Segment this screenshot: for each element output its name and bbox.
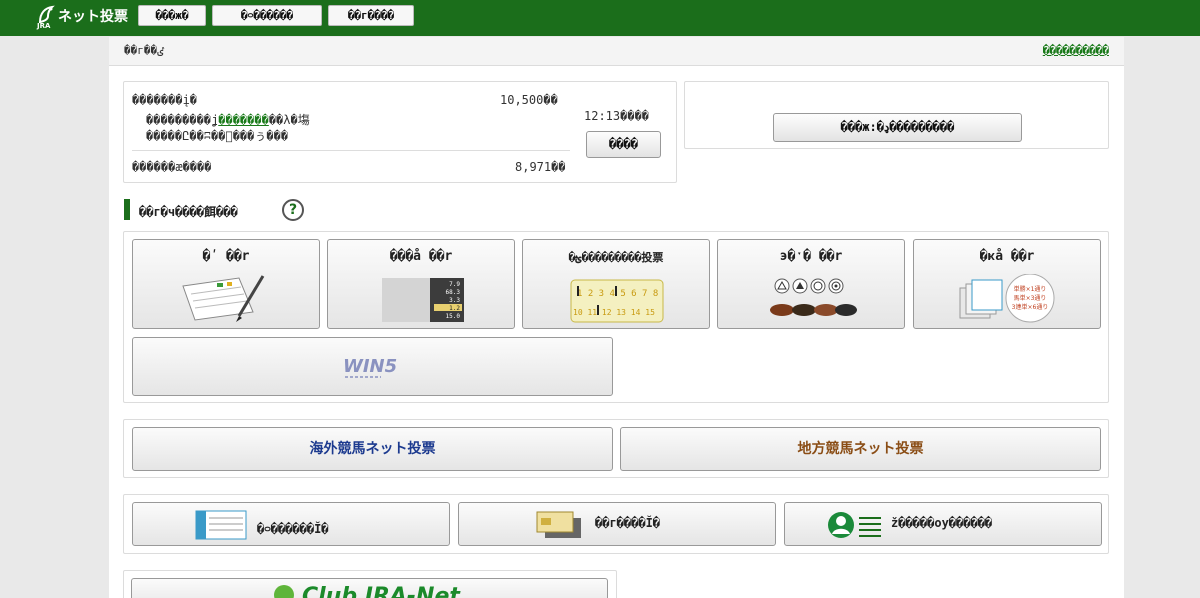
voting-slip-icon [195,510,247,540]
svg-text:15.0: 15.0 [446,313,461,320]
win5-button[interactable]: WIN5 [132,337,613,396]
tile-label: ���å ��r [389,249,453,264]
svg-text:馬単×3通り: 馬単×3通り [1014,294,1047,302]
link-button-label: ��г����Ĭ� [595,516,661,530]
svg-text:7.9: 7.9 [449,281,460,288]
jra-logo[interactable]: JRA ネット投票 [36,4,131,32]
tile-label: �ʹ ��r [202,249,250,264]
section-title: ��г�ч����餌��� [139,205,238,219]
club-title: Club JRA-Net [302,584,460,598]
logo-jra-text: JRA [37,22,51,30]
account-amount-1: 10,500�� [500,93,558,107]
vote-tile-instant[interactable]: �ؿ���������投票 1 2 3 4 5 6 7 8 10 11 12 1… [522,239,710,329]
mark-sheet-pen-icon [182,275,265,322]
vote-tile-normal[interactable]: �ʹ ��r [132,239,320,329]
tile-label: �ؿ���������投票 [568,251,664,264]
svg-text:3.3: 3.3 [449,297,460,304]
horses-marks-icon [770,278,857,316]
account-line-2: ���������ʝ͏���������λ�塲 [146,113,310,127]
account-divider [132,150,570,151]
svg-text:10 11 12 13 14 15: 10 11 12 13 14 15 [573,308,655,317]
account-line-1: �������į� [132,93,198,107]
svg-text:1.2: 1.2 [449,305,460,312]
subheader-link[interactable]: ���������� [1043,44,1109,57]
club-leaf-icon [274,585,294,598]
sub-header: ��г��ٸ ���������� [109,37,1124,66]
tile-label: э�ˑ� ��r [779,249,843,264]
odds-board-icon: 7.9 68.3 3.3 1.2 15.0 [382,278,464,322]
nav-button-1[interactable]: ���ж� [138,5,206,26]
link-button-cards[interactable]: ��г����Ĭ� [458,502,776,546]
header-bar: JRA ネット投票 ���ж� �࿁������ ��г���� [0,0,1200,36]
nav-button-2[interactable]: �࿁������ [212,5,322,26]
svg-text:WIN5: WIN5 [343,356,397,377]
side-panel-button[interactable]: ���ж:�ډ��������� [773,113,1022,142]
svg-text:1 2 3 4 5 6 7 8: 1 2 3 4 5 6 7 8 [577,289,658,299]
tile-label: �ҝå ��r [979,249,1035,264]
section-bar [124,199,130,220]
link-button-account[interactable]: ž�����оу������ [784,502,1102,546]
nav-button-3[interactable]: ��г���� [328,5,414,26]
club-jra-net-banner[interactable]: Club JRA-Net [131,578,608,598]
account-panel: �������į� 10,500�� ���������ʝ͏���������λ… [123,81,677,183]
refresh-button[interactable]: ���� [586,131,661,158]
link-button-label: ž�����оу������ [891,516,993,530]
vote-tile-easy[interactable]: э�ˑ� ��r [717,239,905,329]
svg-text:単勝×1通り: 単勝×1通り [1014,285,1047,293]
external-voting-panel: 海外競馬ネット投票 地方競馬ネット投票 [123,419,1109,478]
vote-tile-odds[interactable]: ���å ��r 7.9 68.3 3.3 1.2 15.0 [327,239,515,329]
user-profile-icon [828,512,881,538]
local-voting-button[interactable]: 地方競馬ネット投票 [620,427,1101,471]
account-line-4: ������æ���� [132,160,212,174]
help-icon[interactable]: ? [282,199,304,221]
account-amount-2: 8,971�� [515,160,566,174]
page-title: ��г��ٸ [124,44,164,57]
account-line-3: �����Ը��ʭ��⃞���ぅ��� [146,129,289,143]
voting-panel: �ʹ ��r ���å ��r 7.9 68.3 3.3 1.2 15.0 �ؿ… [123,231,1109,403]
account-inline-link[interactable]: ������� [218,113,269,127]
link-button-history[interactable]: �࿁������Ĭ� [132,502,450,546]
win5-logo-icon: WIN5 [343,356,397,378]
overseas-voting-button[interactable]: 海外競馬ネット投票 [132,427,613,471]
side-panel: ���ж:�ډ��������� [684,81,1109,149]
links-panel: �࿁������Ĭ� ��г����Ĭ� ž�����оу������ [123,494,1109,554]
logo-title: ネット投票 [58,9,128,25]
tickets-stack-icon: 単勝×1通り 馬単×3通り 3連単×6通り [959,274,1055,323]
number-panel-icon: 1 2 3 4 5 6 7 8 10 11 12 13 14 15 [570,279,664,323]
main-content: ��г��ٸ ���������� �������į� 10,500�� ���… [109,37,1124,598]
svg-text:68.3: 68.3 [446,289,461,296]
link-button-label: �࿁������Ĭ� [257,522,329,536]
cards-icon [536,511,581,538]
svg-text:3連単×6通り: 3連単×6通り [1012,303,1049,311]
vote-tile-multi[interactable]: �ҝå ��r 単勝×1通り 馬単×3通り 3連単×6通り [913,239,1101,329]
update-time: 12:13���� [584,109,650,123]
